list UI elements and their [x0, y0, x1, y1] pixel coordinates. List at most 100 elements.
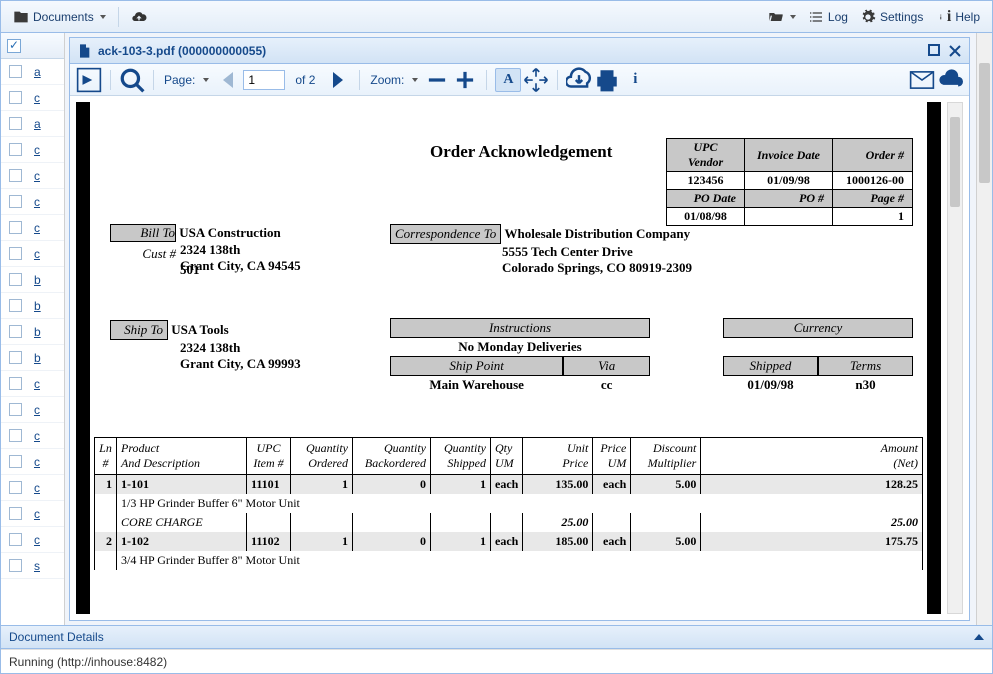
zoom-out-button[interactable]: [424, 68, 450, 92]
upload-button[interactable]: [125, 6, 153, 28]
list-item[interactable]: c: [1, 371, 64, 397]
status-text: Running (http://inhouse:8482): [9, 655, 167, 669]
help-button[interactable]: i Help: [929, 6, 986, 28]
maximize-button[interactable]: [927, 43, 943, 59]
list-item[interactable]: c: [1, 241, 64, 267]
document-list: acacccccbbbbcccccccs: [1, 33, 65, 625]
document-title: Order Acknowledgement: [430, 142, 612, 162]
page-label: Page:: [162, 73, 197, 87]
info-button[interactable]: i: [622, 68, 648, 92]
row-checkbox[interactable]: [9, 247, 22, 260]
list-item[interactable]: c: [1, 475, 64, 501]
select-all-checkbox[interactable]: [7, 39, 21, 53]
window-titlebar[interactable]: ack-103-3.pdf (000000000055): [70, 38, 969, 64]
pdf-toolbar: Page: of 2 Zoom: A i: [70, 64, 969, 96]
cloud-button[interactable]: [937, 68, 963, 92]
page-total: of 2: [293, 73, 317, 87]
list-item[interactable]: s: [1, 553, 64, 579]
cloud-upload-icon: [131, 9, 147, 25]
chevron-down-icon: [790, 15, 796, 19]
search-button[interactable]: [119, 68, 145, 92]
prev-page-button[interactable]: [215, 68, 241, 92]
text-select-button[interactable]: A: [495, 68, 521, 92]
chevron-up-icon: [974, 634, 984, 640]
list-header[interactable]: [1, 33, 64, 59]
list-item[interactable]: b: [1, 267, 64, 293]
row-checkbox[interactable]: [9, 195, 22, 208]
row-checkbox[interactable]: [9, 299, 22, 312]
document-details-panel[interactable]: Document Details: [1, 625, 992, 649]
sidebar-toggle-button[interactable]: [76, 68, 102, 92]
help-label: Help: [955, 10, 980, 24]
pan-button[interactable]: [523, 68, 549, 92]
row-checkbox[interactable]: [9, 91, 22, 104]
next-page-button[interactable]: [325, 68, 351, 92]
page-input[interactable]: [243, 70, 285, 90]
download-button[interactable]: [566, 68, 592, 92]
table-row: 1/3 HP Grinder Buffer 6" Motor Unit: [95, 494, 923, 513]
list-item[interactable]: c: [1, 501, 64, 527]
main-toolbar: Documents Log Settings i Help: [1, 1, 992, 33]
folder-icon: [13, 9, 29, 25]
pdf-scrollbar[interactable]: [947, 102, 963, 614]
list-item[interactable]: c: [1, 85, 64, 111]
ship-to-block: Ship To USA Tools 2324 138th Grant City,…: [110, 320, 301, 372]
list-item[interactable]: c: [1, 137, 64, 163]
settings-label: Settings: [880, 10, 923, 24]
row-checkbox[interactable]: [9, 325, 22, 338]
chevron-down-icon: [100, 15, 106, 19]
list-item[interactable]: b: [1, 345, 64, 371]
list-item[interactable]: c: [1, 423, 64, 449]
row-checkbox[interactable]: [9, 481, 22, 494]
list-item[interactable]: c: [1, 527, 64, 553]
settings-button[interactable]: Settings: [854, 6, 929, 28]
close-button[interactable]: [947, 43, 963, 59]
separator: [118, 7, 119, 27]
log-button[interactable]: Log: [802, 6, 854, 28]
list-item[interactable]: c: [1, 189, 64, 215]
row-checkbox[interactable]: [9, 143, 22, 156]
open-menu[interactable]: [762, 6, 802, 28]
header-info-table: UPC Vendor Invoice Date Order # 123456 0…: [666, 138, 913, 226]
row-checkbox[interactable]: [9, 65, 22, 78]
list-item[interactable]: c: [1, 397, 64, 423]
list-item[interactable]: c: [1, 449, 64, 475]
details-title: Document Details: [9, 630, 104, 644]
instructions-block: Instructions No Monday Deliveries Ship P…: [390, 318, 650, 394]
row-checkbox[interactable]: [9, 429, 22, 442]
email-button[interactable]: [909, 68, 935, 92]
row-checkbox[interactable]: [9, 533, 22, 546]
documents-menu[interactable]: Documents: [7, 6, 112, 28]
list-item[interactable]: a: [1, 59, 64, 85]
chevron-down-icon[interactable]: [203, 78, 209, 82]
zoom-label: Zoom:: [368, 73, 406, 87]
zoom-in-button[interactable]: [452, 68, 478, 92]
row-checkbox[interactable]: [9, 455, 22, 468]
list-scrollbar[interactable]: [976, 33, 992, 625]
list-item[interactable]: b: [1, 319, 64, 345]
info-icon: i: [935, 9, 951, 25]
list-item[interactable]: a: [1, 111, 64, 137]
list-item[interactable]: b: [1, 293, 64, 319]
row-checkbox[interactable]: [9, 221, 22, 234]
row-checkbox[interactable]: [9, 273, 22, 286]
row-checkbox[interactable]: [9, 117, 22, 130]
row-checkbox[interactable]: [9, 403, 22, 416]
print-button[interactable]: [594, 68, 620, 92]
row-checkbox[interactable]: [9, 377, 22, 390]
list-item[interactable]: c: [1, 163, 64, 189]
list-item[interactable]: c: [1, 215, 64, 241]
table-row: 21-10211102101each185.00each5.00175.75: [95, 532, 923, 551]
list-icon: [808, 9, 824, 25]
pdf-viewport[interactable]: Order Acknowledgement UPC Vendor Invoice…: [70, 96, 969, 620]
chevron-down-icon[interactable]: [412, 78, 418, 82]
status-bar: Running (http://inhouse:8482): [1, 649, 992, 673]
page-margin: [927, 102, 941, 614]
page-margin: [76, 102, 90, 614]
row-checkbox[interactable]: [9, 507, 22, 520]
log-label: Log: [828, 10, 848, 24]
row-checkbox[interactable]: [9, 559, 22, 572]
row-checkbox[interactable]: [9, 351, 22, 364]
documents-label: Documents: [33, 10, 94, 24]
row-checkbox[interactable]: [9, 169, 22, 182]
